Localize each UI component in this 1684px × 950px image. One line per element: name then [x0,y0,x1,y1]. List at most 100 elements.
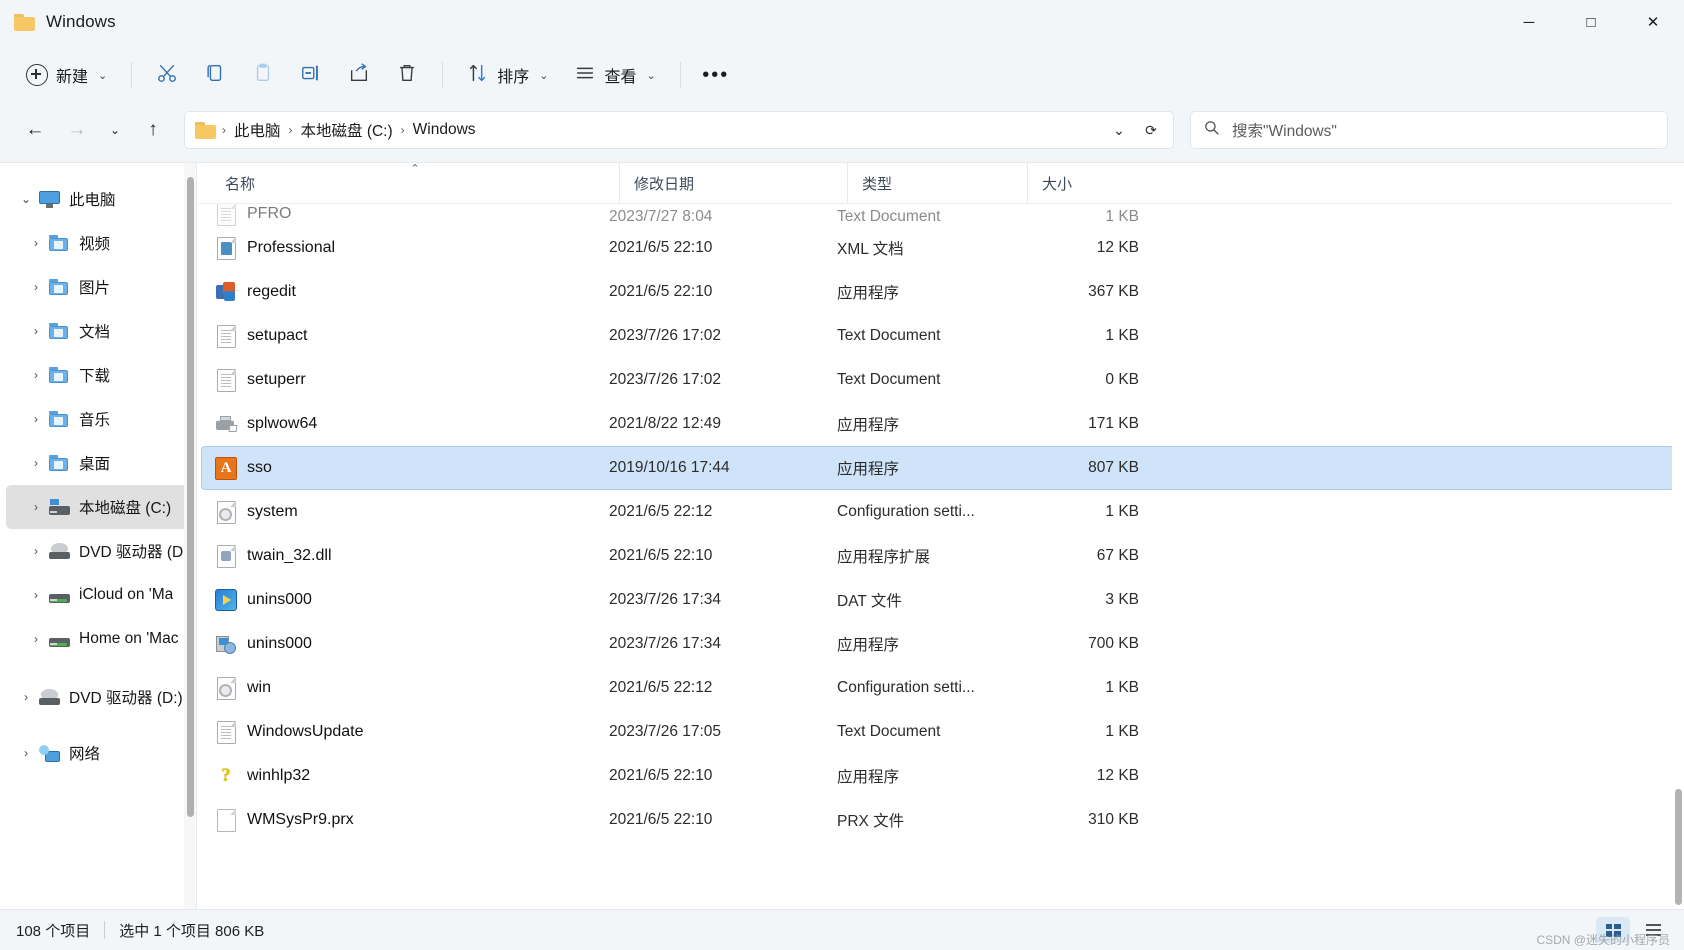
column-header-label: 类型 [862,175,893,193]
grid-view-button[interactable] [1596,917,1630,943]
table-row[interactable]: setupact 2023/7/26 17:02 Text Document 1… [201,314,1674,358]
table-row[interactable]: ? winhlp32 2021/6/5 22:10 应用程序 12 KB [201,754,1674,798]
command-bar: 新建 ⌄ 排序 ⌄ 查看 ⌄ ••• [0,44,1684,106]
chevron-right-icon[interactable]: › [14,690,38,704]
chevron-right-icon[interactable]: › [24,456,48,470]
table-row[interactable]: twain_32.dll 2021/6/5 22:10 应用程序扩展 67 KB [201,534,1674,578]
breadcrumb-item-2[interactable]: Windows [406,117,483,143]
file-list-scrollbar-thumb[interactable] [1675,789,1682,905]
window-title: Windows [46,12,116,31]
maximize-button[interactable]: □ [1560,0,1622,44]
table-row[interactable]: Professional 2021/6/5 22:10 XML 文档 12 KB [201,226,1674,270]
new-button[interactable]: 新建 ⌄ [14,54,119,96]
more-options-button[interactable]: ••• [693,54,739,96]
sidebar-item-home-on-mac[interactable]: › Home on 'Mac [6,617,192,661]
column-header-name[interactable]: ⌃ 名称 [211,163,619,203]
copy-button[interactable] [192,54,238,96]
file-date-cell: 2019/10/16 17:44 [609,459,730,476]
sidebar-item-network[interactable]: › 网络 [6,731,192,775]
sidebar-item-local-disk-c[interactable]: › 本地磁盘 (C:) [6,485,192,529]
table-row[interactable]: WindowsUpdate 2023/7/26 17:05 Text Docum… [201,710,1674,754]
sort-button[interactable]: 排序 ⌄ [455,54,560,96]
table-row[interactable]: WMSysPr9.prx 2021/6/5 22:10 PRX 文件 310 K… [201,798,1674,842]
sidebar-item-dvd-drive-d[interactable]: › DVD 驱动器 (D:) [6,675,192,719]
table-row[interactable]: PFRO 2023/7/27 8:04 Text Document 1 KB [201,204,1674,226]
table-row[interactable]: splwow64 2021/8/22 12:49 应用程序 171 KB [201,402,1674,446]
sidebar-scrollbar[interactable] [184,163,196,909]
table-row[interactable]: unins000 2023/7/26 17:34 DAT 文件 3 KB [201,578,1674,622]
file-date-cell: 2023/7/26 17:34 [609,591,722,608]
sidebar-item-this-pc[interactable]: ⌄ 此电脑 [6,177,192,221]
up-button[interactable]: ↑ [134,111,172,149]
chevron-right-icon[interactable]: › [24,236,48,250]
column-header-date-modified[interactable]: 修改日期 [619,163,847,203]
table-row[interactable]: win 2021/6/5 22:12 Configuration setti..… [201,666,1674,710]
address-dropdown-button[interactable]: ⌄ [1103,115,1135,145]
chevron-right-icon[interactable]: › [14,746,38,760]
back-button[interactable]: ← [16,111,54,149]
sidebar-scrollbar-thumb[interactable] [187,177,194,817]
sidebar-item-dvd-drive[interactable]: › DVD 驱动器 (D [6,529,192,573]
file-name-cell: A sso [215,456,609,480]
close-button[interactable]: ✕ [1622,0,1684,44]
view-button[interactable]: 查看 ⌄ [562,54,667,96]
sidebar-item-desktop[interactable]: › 桌面 [6,441,192,485]
help-icon: ? [221,765,231,786]
chevron-right-icon[interactable]: › [24,632,48,646]
sidebar-item-label: DVD 驱动器 (D [79,544,184,561]
sidebar-item-music[interactable]: › 音乐 [6,397,192,441]
breadcrumb[interactable]: › 此电脑 › 本地磁盘 (C:) › Windows ⌄ ⟳ [184,111,1174,149]
chevron-right-icon[interactable]: › [24,324,48,338]
search-input[interactable]: 搜索"Windows" [1232,119,1337,141]
selection-info-label: 选中 1 个项目 806 KB [119,922,265,940]
delete-button[interactable] [384,54,430,96]
table-row[interactable]: regedit 2021/6/5 22:10 应用程序 367 KB [201,270,1674,314]
file-size-cell: 12 KB [1096,767,1139,784]
sort-icon [467,62,489,89]
chevron-right-icon[interactable]: › [24,588,48,602]
file-list-scrollbar[interactable] [1672,163,1684,909]
table-row[interactable]: system 2021/6/5 22:12 Configuration sett… [201,490,1674,534]
sidebar-item-icloud-on-mac[interactable]: › iCloud on 'Ma [6,573,192,617]
table-row[interactable]: setuperr 2023/7/26 17:02 Text Document 0… [201,358,1674,402]
sidebar-item-label: 本地磁盘 (C:) [79,500,172,517]
table-row-selected[interactable]: A sso 2019/10/16 17:44 应用程序 807 KB [201,446,1674,490]
chevron-right-icon[interactable]: › [24,544,48,558]
breadcrumb-item-0[interactable]: 此电脑 [227,115,288,145]
chevron-right-icon[interactable]: › [24,412,48,426]
rename-button[interactable] [288,54,334,96]
list-view-button[interactable] [1636,917,1670,943]
view-button-label: 查看 [604,69,637,86]
folder-desktop-icon [48,454,70,472]
refresh-button[interactable]: ⟳ [1135,115,1167,145]
table-row[interactable]: unins000 2023/7/26 17:34 应用程序 700 KB [201,622,1674,666]
column-header-label: 修改日期 [634,175,695,193]
chevron-down-icon[interactable]: ⌄ [14,192,38,206]
installer-icon [215,632,237,656]
column-header-size[interactable]: 大小 [1027,163,1157,203]
chevron-right-icon[interactable]: › [24,500,48,514]
cut-button[interactable] [144,54,190,96]
minimize-button[interactable]: ─ [1498,0,1560,44]
paste-button[interactable] [240,54,286,96]
sidebar-item-label: 视频 [79,236,111,253]
file-date-cell: 2021/6/5 22:10 [609,239,713,256]
forward-button[interactable]: → [58,111,96,149]
regedit-icon [215,280,237,304]
column-header-type[interactable]: 类型 [847,163,1027,203]
file-date-cell: 2021/8/22 12:49 [609,415,722,432]
sidebar-item-pictures[interactable]: › 图片 [6,265,192,309]
sidebar-item-videos[interactable]: › 视频 [6,221,192,265]
search-box[interactable]: 搜索"Windows" [1190,111,1668,149]
chevron-right-icon[interactable]: › [24,280,48,294]
printer-icon [215,412,237,436]
breadcrumb-item-1[interactable]: 本地磁盘 (C:) [294,115,400,145]
breadcrumb-folder-icon [195,121,217,139]
sidebar-item-downloads[interactable]: › 下载 [6,353,192,397]
share-button[interactable] [336,54,382,96]
breadcrumb-separator-1: › [288,123,293,137]
chevron-right-icon[interactable]: › [24,368,48,382]
file-explorer-window: Windows ─ □ ✕ 新建 ⌄ 排序 ⌄ 查看 ⌄ ••• ← → ⌄ ↑… [0,0,1684,950]
recent-locations-button[interactable]: ⌄ [100,111,130,149]
sidebar-item-documents[interactable]: › 文档 [6,309,192,353]
